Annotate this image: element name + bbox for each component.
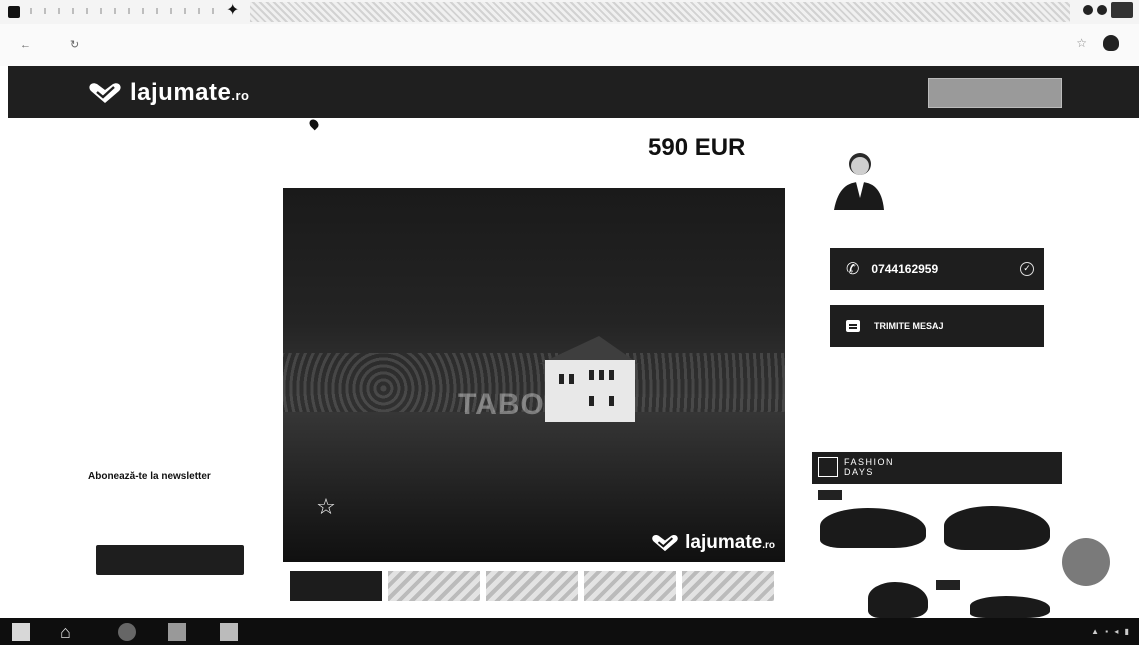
logo-suffix: .ro	[231, 88, 250, 103]
new-tab-icon[interactable]: ✦	[226, 3, 239, 19]
photo-thumbnail[interactable]	[290, 571, 382, 601]
file-explorer-icon[interactable]	[168, 623, 186, 641]
shoe-image	[868, 582, 928, 618]
photo-window	[609, 370, 614, 380]
ad-brand-line1: FASHION	[844, 457, 895, 467]
star-icon: ☆	[316, 494, 336, 519]
thumbnail-strip	[290, 571, 774, 601]
favorite-button[interactable]: ☆	[301, 496, 351, 518]
photo-thumbnail[interactable]	[388, 571, 480, 601]
back-forward-icons[interactable]: ← ↻	[20, 38, 97, 51]
photo-watermark: TABO	[458, 388, 545, 421]
heart-logo-icon	[652, 534, 678, 552]
start-icon[interactable]	[12, 623, 30, 641]
phone-number: 0744162959	[871, 262, 939, 276]
phone-icon: ✆	[846, 261, 860, 278]
photo-thumbnail[interactable]	[682, 571, 774, 601]
photo-window	[589, 396, 594, 406]
maximize-icon[interactable]	[1097, 5, 1107, 15]
fashion-days-logo-icon	[818, 457, 838, 477]
site-logo[interactable]: lajumate.ro	[88, 79, 250, 107]
home-icon[interactable]: ⌂	[60, 623, 71, 641]
photo-window	[599, 370, 604, 380]
subscribe-button[interactable]	[96, 545, 244, 575]
listing-price: 590 EUR	[648, 134, 746, 161]
send-message-label: TRIMITE MESAJ	[874, 321, 944, 331]
newsletter-heading: Abonează-te la newsletter	[88, 471, 211, 482]
chat-button[interactable]	[1062, 538, 1110, 586]
photo-window	[589, 370, 594, 380]
photo-logo-suffix: .ro	[762, 540, 775, 551]
os-taskbar: ⌂ ▲ ▪ ◂ ▮	[0, 618, 1139, 645]
location-pin-icon	[307, 117, 321, 131]
site-header: lajumate.ro	[8, 66, 1139, 118]
tab-strip-background	[250, 2, 1070, 22]
photo-thumbnail[interactable]	[486, 571, 578, 601]
ad-banner-header[interactable]: FASHION DAYS	[812, 452, 1062, 484]
ad-banner-body[interactable]	[812, 484, 1062, 618]
photo-house	[545, 360, 635, 422]
shoe-image	[820, 508, 926, 548]
photo-logo-text: lajumate	[685, 532, 763, 553]
address-bar: ← ↻ ☆	[0, 24, 1139, 66]
message-icon	[846, 320, 860, 332]
listing-location	[307, 117, 324, 131]
browser-app-icon[interactable]	[8, 6, 20, 18]
extension-icon[interactable]	[1103, 35, 1119, 51]
browser-icon[interactable]	[118, 623, 136, 641]
shoe-image	[944, 506, 1050, 550]
photo-window	[559, 374, 564, 384]
bookmark-star-icon[interactable]: ☆	[1076, 36, 1087, 50]
photo-window	[609, 396, 614, 406]
minimize-icon[interactable]	[1083, 5, 1093, 15]
discount-badge	[818, 490, 842, 500]
app-icon[interactable]	[220, 623, 238, 641]
photo-thumbnail[interactable]	[584, 571, 676, 601]
verified-check-icon: ✓	[1020, 262, 1034, 276]
discount-badge	[936, 580, 960, 590]
phone-button[interactable]: ✆ 0744162959 ✓	[830, 248, 1044, 290]
listing-photo[interactable]: TABO ☆ lajumate.ro	[283, 188, 785, 562]
ad-brand-line2: DAYS	[844, 467, 874, 477]
system-tray[interactable]: ▲ ▪ ◂ ▮	[1091, 627, 1131, 636]
post-ad-button[interactable]	[928, 78, 1062, 108]
photo-window	[569, 374, 574, 384]
photo-logo: lajumate.ro	[651, 532, 775, 554]
tab-strip[interactable]	[30, 8, 220, 14]
window-controls	[1083, 2, 1133, 18]
send-message-button[interactable]: TRIMITE MESAJ	[830, 305, 1044, 347]
close-icon[interactable]	[1111, 2, 1133, 18]
agent-avatar	[834, 153, 884, 210]
browser-tab-bar: ✦	[0, 0, 1139, 24]
heart-logo-icon	[89, 83, 121, 103]
shoe-image	[970, 596, 1050, 618]
logo-text: lajumate	[130, 79, 232, 106]
